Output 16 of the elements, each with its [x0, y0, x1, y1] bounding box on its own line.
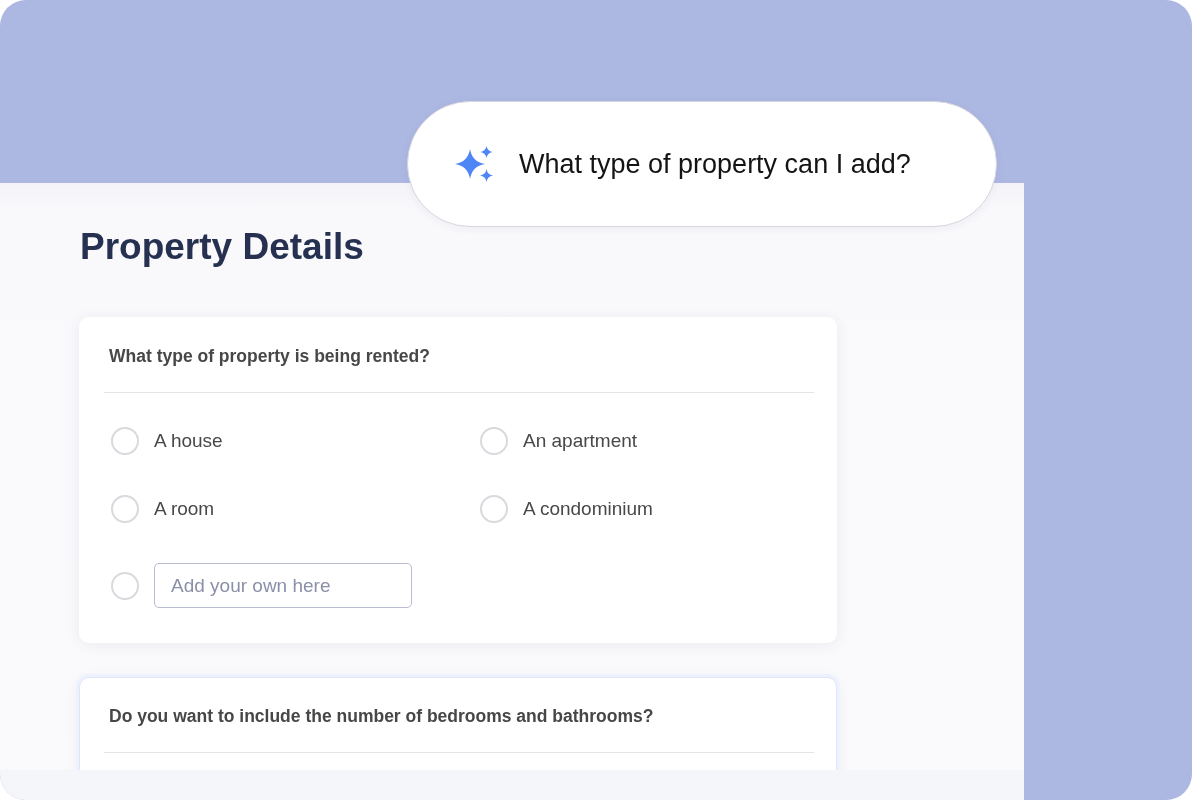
question-text: Do you want to include the number of bedrooms and bathrooms?	[109, 705, 654, 728]
custom-option-input[interactable]: Add your own here	[154, 563, 412, 608]
option-label[interactable]: An apartment	[523, 429, 638, 453]
radio-button[interactable]	[480, 495, 508, 523]
radio-button[interactable]	[111, 495, 139, 523]
radio-button[interactable]	[111, 427, 139, 455]
radio-button[interactable]	[111, 571, 139, 600]
prompt-text: What type of property can I add?	[519, 148, 911, 181]
option-label[interactable]: A room	[154, 497, 215, 521]
option-label[interactable]: A condominium	[523, 497, 653, 521]
option-label[interactable]: A house	[154, 429, 223, 453]
assistant-prompt-bubble[interactable]: What type of property can I add?	[407, 101, 997, 227]
radio-button[interactable]	[480, 427, 508, 455]
sparkle-icon	[455, 146, 493, 182]
question-text: What type of property is being rented?	[109, 345, 430, 368]
page-title: Property Details	[80, 225, 364, 269]
